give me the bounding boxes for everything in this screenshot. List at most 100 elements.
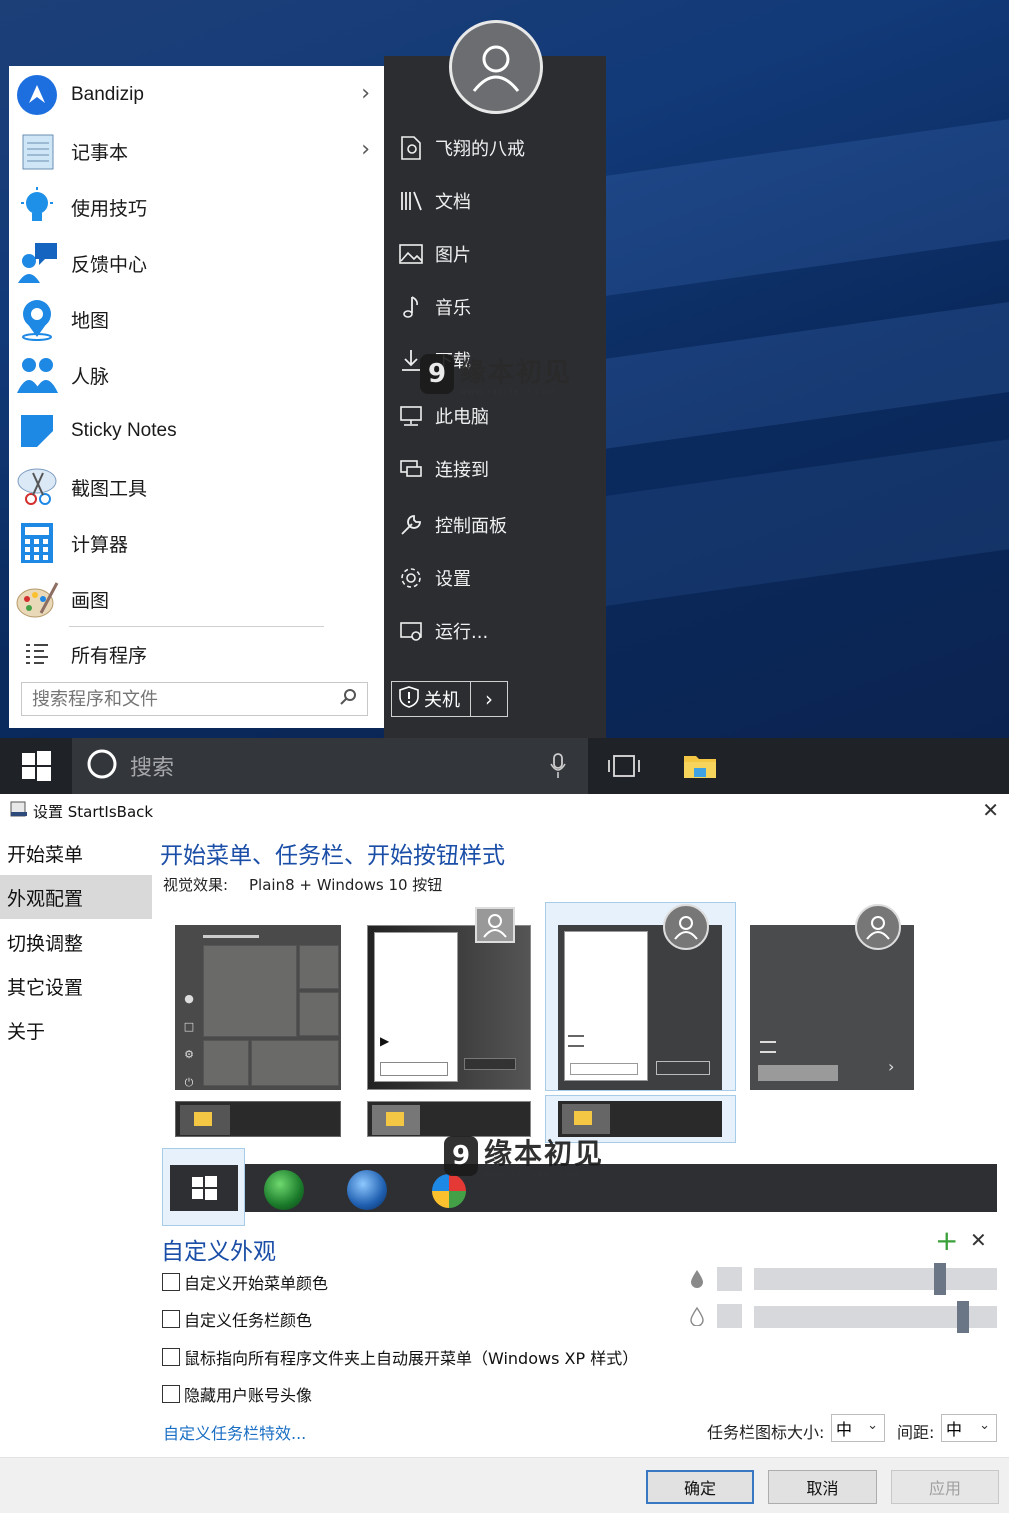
place-label: 设置 (435, 569, 471, 590)
avatar-thumb (855, 904, 901, 950)
checkbox[interactable] (162, 1310, 180, 1328)
sidebar-item-start-menu[interactable]: 开始菜单 (0, 831, 152, 875)
dialog-footer: 确定 取消 应用 (0, 1457, 1009, 1513)
sidebar-item-switching[interactable]: 切换调整 (0, 920, 152, 964)
checkbox[interactable] (162, 1273, 180, 1291)
checkbox[interactable] (162, 1385, 180, 1403)
chevron-down-icon: ⌄ (867, 1418, 878, 1433)
watermark-logo-icon: 9 (444, 1135, 478, 1176)
place-item-documents[interactable]: 文档 (396, 183, 471, 219)
start-button[interactable] (0, 738, 72, 794)
add-icon[interactable]: + (935, 1224, 958, 1257)
spacing-select[interactable]: 中 ⌄ (941, 1414, 997, 1442)
chevron-down-icon: ⌄ (979, 1418, 990, 1433)
close-icon[interactable]: ✕ (970, 1228, 987, 1252)
user-folder-icon (396, 133, 426, 163)
app-label: 反馈中心 (71, 254, 148, 276)
checkbox-custom-start-color[interactable]: 自定义开始菜单颜色 (162, 1270, 328, 1294)
start-color-swatch[interactable] (717, 1267, 742, 1291)
task-view-icon[interactable] (606, 752, 642, 784)
start-search-box[interactable] (21, 682, 368, 716)
sidebar-item-appearance[interactable]: 外观配置 (0, 875, 152, 919)
ok-button[interactable]: 确定 (646, 1470, 754, 1504)
place-label: 文档 (435, 192, 471, 213)
app-item-maps[interactable]: 地图 (9, 291, 384, 347)
place-item-this-pc[interactable]: 此电脑 (396, 398, 489, 434)
bandizip-icon (13, 71, 61, 119)
app-item-snipping-tool[interactable]: 截图工具 (9, 459, 384, 515)
opacity-drop-filled-icon (689, 1268, 705, 1292)
taskbar-effects-link[interactable]: 自定义任务栏特效... (163, 1420, 306, 1444)
user-avatar[interactable] (449, 20, 543, 114)
place-item-settings[interactable]: 设置 (396, 560, 471, 596)
shield-icon (398, 685, 420, 714)
app-label: 截图工具 (71, 478, 148, 500)
style-thumbnail-win7[interactable]: ▶ (367, 925, 531, 1090)
start-button-style-win10[interactable] (170, 1165, 238, 1211)
taskbar-opacity-slider-thumb[interactable] (957, 1301, 970, 1333)
chevron-right-icon[interactable]: › (361, 81, 370, 106)
start-opacity-slider-thumb[interactable] (934, 1263, 947, 1295)
paint-icon (13, 575, 61, 623)
icon-size-select[interactable]: 中 ⌄ (831, 1414, 885, 1442)
sidebar-item-other-settings[interactable]: 其它设置 (0, 964, 152, 1008)
taskbar-thumbnail-metro[interactable] (175, 1101, 341, 1137)
close-icon[interactable]: ✕ (982, 798, 999, 822)
app-item-tips[interactable]: 使用技巧 (9, 179, 384, 235)
start-opacity-slider[interactable] (754, 1268, 997, 1290)
microphone-icon[interactable] (548, 752, 568, 784)
maps-icon (13, 295, 61, 343)
sticky-notes-icon (13, 407, 61, 455)
place-label: 音乐 (435, 298, 471, 319)
file-explorer-icon[interactable] (682, 750, 718, 786)
avatar-thumb (663, 904, 709, 950)
place-item-user-folder[interactable]: 飞翔的八戒 (396, 130, 525, 166)
start-search-input[interactable] (32, 684, 339, 714)
checkbox-auto-expand-folders[interactable]: 鼠标指向所有程序文件夹上自动展开菜单（Windows XP 样式） (162, 1345, 638, 1369)
cortana-icon (86, 748, 118, 784)
startisback-settings-dialog: 设置 StartIsBack ✕ 开始菜单 外观配置 切换调整 其它设置 关于 … (0, 794, 1009, 1513)
taskbar: 搜索 (0, 738, 1009, 794)
checkbox-label: 隐藏用户账号头像 (184, 1386, 313, 1405)
place-item-music[interactable]: 音乐 (396, 289, 471, 325)
app-item-bandizip[interactable]: Bandizip › (9, 67, 384, 123)
style-thumbnail-plain8[interactable] (558, 925, 722, 1090)
avatar-thumb (475, 907, 515, 943)
place-label: 图片 (435, 245, 471, 266)
checkbox-hide-avatar[interactable]: 隐藏用户账号头像 (162, 1382, 312, 1406)
taskbar-search-box[interactable]: 搜索 (72, 738, 588, 794)
app-item-sticky-notes[interactable]: Sticky Notes (9, 403, 384, 459)
taskbar-color-swatch[interactable] (717, 1304, 742, 1328)
start-button-style-clover-orb-icon[interactable] (264, 1170, 304, 1210)
apply-button[interactable]: 应用 (891, 1470, 999, 1504)
dialog-title: 设置 StartIsBack (33, 803, 154, 821)
all-programs-item[interactable]: 所有程序 (9, 626, 384, 682)
checkbox[interactable] (162, 1348, 180, 1366)
start-button-style-win7-orb-icon[interactable] (347, 1170, 387, 1210)
app-item-paint[interactable]: 画图 (9, 571, 384, 627)
list-icon (13, 630, 61, 678)
sidebar-item-about[interactable]: 关于 (0, 1008, 152, 1052)
place-item-connect-to[interactable]: 连接到 (396, 451, 489, 487)
cancel-button[interactable]: 取消 (768, 1470, 877, 1504)
app-item-notepad[interactable]: 记事本 › (9, 123, 384, 179)
app-item-people[interactable]: 人脉 (9, 347, 384, 403)
checkbox-custom-taskbar-color[interactable]: 自定义任务栏颜色 (162, 1307, 312, 1331)
app-window-icon (9, 800, 29, 822)
app-label: 记事本 (71, 142, 129, 164)
shutdown-button[interactable]: 关机 (391, 681, 471, 717)
app-item-feedback[interactable]: 反馈中心 (9, 235, 384, 291)
app-item-calculator[interactable]: 计算器 (9, 515, 384, 571)
shutdown-options-button[interactable]: › (471, 681, 508, 717)
settings-gear-icon (396, 563, 426, 593)
style-thumbnail-metro[interactable]: ● □ ⚙ ⏻ (175, 925, 341, 1090)
style-thumbnail-win10[interactable]: › (750, 925, 914, 1090)
search-icon[interactable] (339, 688, 357, 710)
place-item-control-panel[interactable]: 控制面板 (396, 507, 507, 543)
app-label: 人脉 (71, 366, 110, 388)
chevron-right-icon[interactable]: › (361, 137, 370, 162)
place-item-pictures[interactable]: 图片 (396, 236, 471, 272)
spacing-label: 间距: (897, 1423, 935, 1442)
start-button-style-vista-orb-icon[interactable] (432, 1174, 466, 1208)
place-item-run[interactable]: 运行... (396, 613, 488, 649)
